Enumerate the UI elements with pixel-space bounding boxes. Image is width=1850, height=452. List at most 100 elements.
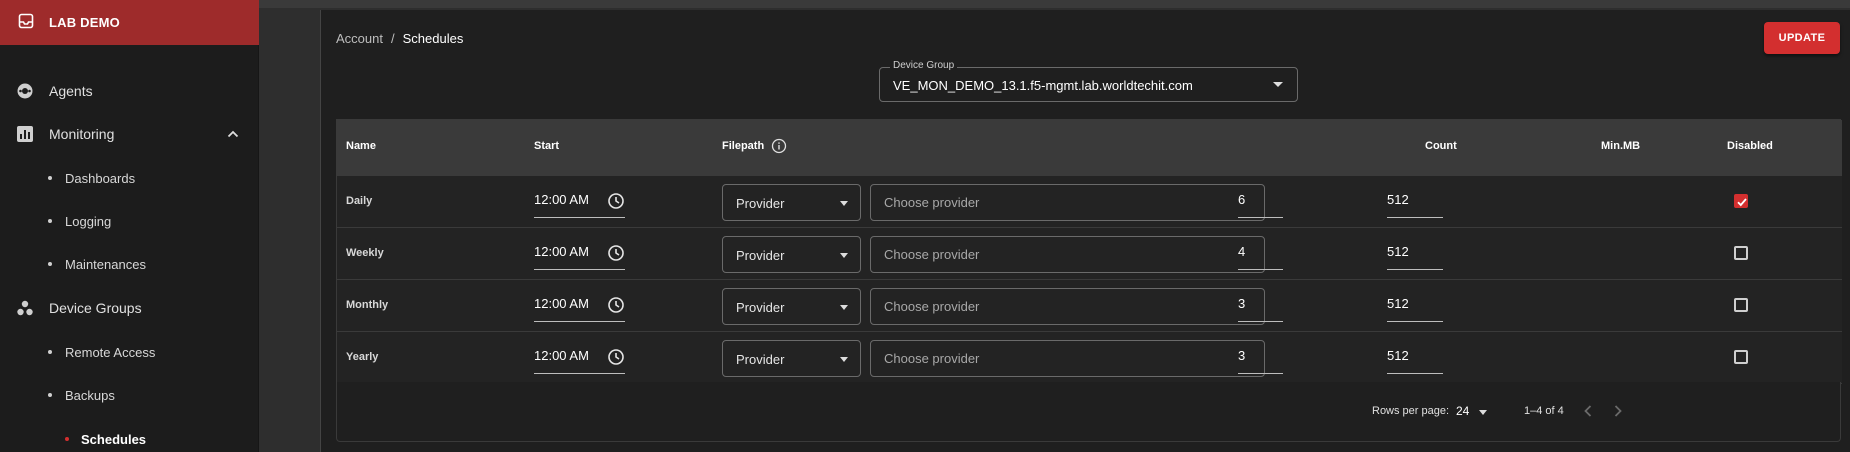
rows-per-page-label: Rows per page: (1372, 405, 1450, 417)
top-strip (0, 0, 1850, 8)
sidebar-item-dashboards[interactable]: Dashboards (0, 160, 259, 196)
rows-per-page-value: 24 (1456, 404, 1470, 418)
provider-select[interactable]: Provider (722, 184, 861, 221)
header-min-mb: Min.MB (1601, 140, 1641, 152)
header-count: Count (1425, 140, 1457, 152)
count-field[interactable]: 3 (1238, 341, 1283, 374)
cell-name: Yearly (346, 351, 379, 363)
sidebar-item-label: Device Groups (49, 300, 142, 316)
caret-down-icon (1273, 82, 1283, 87)
table-row: Monthly 12:00 AM Provider 3 512 (337, 280, 1842, 332)
sidebar-item-backups[interactable]: Backups (0, 377, 259, 413)
previous-page-icon[interactable] (1577, 400, 1599, 422)
sidebar-item-label: Backups (65, 387, 115, 403)
start-time-field[interactable]: 12:00 AM (534, 289, 625, 322)
inbox-icon (18, 13, 34, 29)
min-mb-field[interactable]: 512 (1387, 237, 1443, 270)
provider-input[interactable] (870, 340, 1265, 377)
sidebar-item-label: Logging (65, 213, 112, 229)
count-value: 4 (1238, 244, 1246, 259)
start-time-field[interactable]: 12:00 AM (534, 237, 625, 270)
min-mb-field[interactable]: 512 (1387, 185, 1443, 218)
count-field[interactable]: 4 (1238, 237, 1283, 270)
sidebar-item-remote-access[interactable]: Remote Access (0, 334, 259, 370)
disabled-checkbox[interactable] (1734, 194, 1748, 208)
bullet-dot (48, 393, 52, 397)
start-time-value: 12:00 AM (534, 192, 589, 207)
provider-value: Provider (736, 196, 785, 211)
min-mb-field[interactable]: 512 (1387, 341, 1443, 374)
sidebar-item-label: Agents (49, 83, 93, 99)
start-time-value: 12:00 AM (534, 348, 589, 363)
clock-icon[interactable] (607, 192, 625, 210)
breadcrumb-separator: / (390, 31, 395, 46)
cell-name: Daily (346, 195, 373, 207)
breadcrumb-current: Schedules (402, 31, 464, 46)
schedules-card: Account / Schedules UPDATE Device Group … (320, 10, 1850, 452)
info-icon[interactable] (771, 138, 787, 154)
bullet-dot (48, 262, 52, 266)
check-icon (1737, 198, 1747, 207)
min-mb-value: 512 (1387, 296, 1409, 311)
sidebar-item-agents[interactable]: Agents (0, 71, 259, 111)
cell-name: Weekly (346, 247, 384, 259)
agents-icon (17, 83, 33, 99)
update-button[interactable]: UPDATE (1764, 22, 1840, 54)
header-filepath: Filepath (722, 140, 765, 152)
min-mb-value: 512 (1387, 244, 1409, 259)
start-time-field[interactable]: 12:00 AM (534, 341, 625, 374)
bullet-dot (48, 219, 52, 223)
disabled-checkbox[interactable] (1734, 350, 1748, 364)
disabled-checkbox[interactable] (1734, 298, 1748, 312)
start-time-value: 12:00 AM (534, 244, 589, 259)
caret-down-icon (840, 357, 848, 362)
provider-value: Provider (736, 352, 785, 367)
chart-icon (17, 126, 33, 142)
provider-input[interactable] (870, 236, 1265, 273)
provider-select[interactable]: Provider (722, 288, 861, 325)
min-mb-field[interactable]: 512 (1387, 289, 1443, 322)
sidebar-item-monitoring[interactable]: Monitoring (0, 114, 259, 154)
provider-select[interactable]: Provider (722, 340, 861, 377)
device-group-select[interactable]: Device Group VE_MON_DEMO_13.1.f5-mgmt.la… (879, 60, 1298, 102)
sidebar: LAB DEMO Agents Monitoring Dashboards Lo… (0, 0, 259, 452)
provider-select[interactable]: Provider (722, 236, 861, 273)
brand-bar[interactable]: LAB DEMO (0, 0, 259, 45)
cell-name: Monthly (346, 299, 389, 311)
min-mb-value: 512 (1387, 192, 1409, 207)
sidebar-item-logging[interactable]: Logging (0, 203, 259, 239)
clock-icon[interactable] (607, 348, 625, 366)
provider-value: Provider (736, 248, 785, 263)
rows-per-page-select[interactable]: 24 (1454, 400, 1496, 424)
bullet-dot (48, 350, 52, 354)
count-value: 3 (1238, 296, 1246, 311)
sidebar-item-maintenances[interactable]: Maintenances (0, 246, 259, 282)
sidebar-item-label: Remote Access (65, 344, 156, 360)
bullet-dot (65, 437, 69, 441)
disabled-checkbox[interactable] (1734, 246, 1748, 260)
count-field[interactable]: 3 (1238, 289, 1283, 322)
clock-icon[interactable] (607, 244, 625, 262)
next-page-icon[interactable] (1607, 400, 1629, 422)
count-value: 6 (1238, 192, 1246, 207)
start-time-field[interactable]: 12:00 AM (534, 185, 625, 218)
caret-down-icon (840, 305, 848, 310)
clock-icon[interactable] (607, 296, 625, 314)
bullet-dot (48, 176, 52, 180)
sidebar-item-device-groups[interactable]: Device Groups (0, 288, 259, 328)
provider-input[interactable] (870, 288, 1265, 325)
provider-value: Provider (736, 300, 785, 315)
provider-input[interactable] (870, 184, 1265, 221)
table-pagination: Rows per page: 24 1–4 of 4 (336, 382, 1841, 442)
table-row: Weekly 12:00 AM Provider 4 512 (337, 228, 1842, 280)
pagination-range: 1–4 of 4 (1524, 405, 1564, 417)
sidebar-item-label: Schedules (81, 431, 147, 447)
count-field[interactable]: 6 (1238, 185, 1283, 218)
caret-down-icon (1479, 410, 1487, 415)
chevron-up-icon[interactable] (226, 127, 240, 141)
breadcrumb-account[interactable]: Account (336, 31, 383, 46)
device-groups-icon (17, 300, 33, 316)
app-window: LAB DEMO Agents Monitoring Dashboards Lo… (0, 0, 1850, 452)
sidebar-item-schedules[interactable]: Schedules (0, 421, 259, 452)
table-header: Name Start Filepath Count Min.MB Disable… (337, 120, 1842, 176)
